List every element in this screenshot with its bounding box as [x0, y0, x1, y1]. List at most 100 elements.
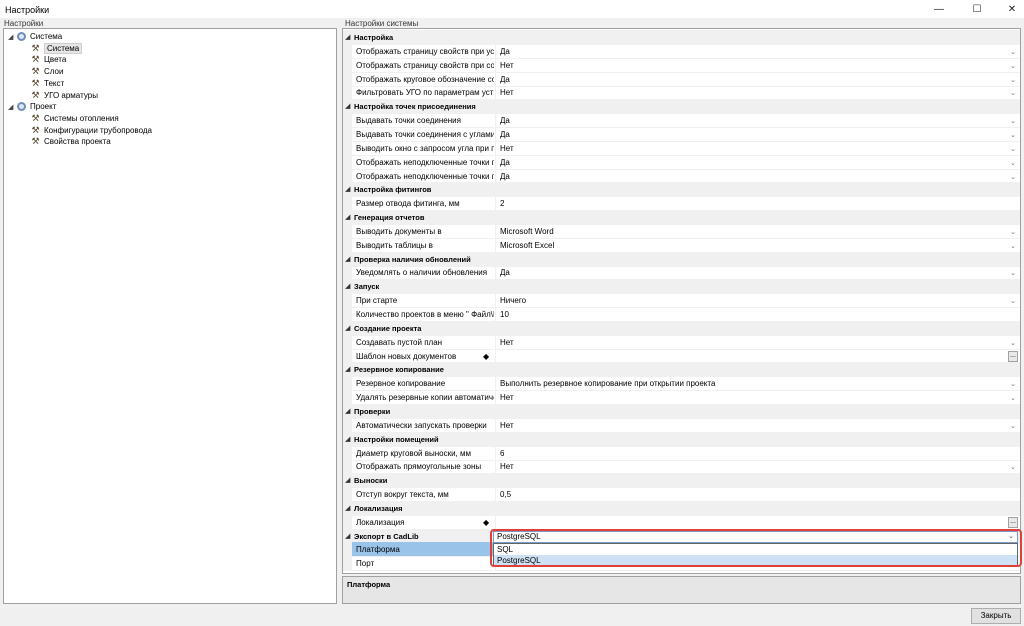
grid-row[interactable]: Выдавать точки соединения с углами (... Д… [343, 126, 1020, 142]
grid-row[interactable]: Удалять резервные копии автоматичес... Не… [343, 390, 1020, 406]
property-name[interactable]: Создавать пустой план [352, 335, 494, 350]
property-name[interactable]: Диаметр круговой выноски, мм [352, 446, 494, 461]
property-name[interactable]: Удалять резервные копии автоматичес... [352, 390, 494, 406]
property-value[interactable]: Нет ⌄ [495, 57, 1020, 73]
grid-row[interactable]: Локализация ◆... [343, 514, 1020, 530]
grid-category[interactable]: ◢ Запуск [343, 279, 1020, 295]
property-name[interactable]: Количество проектов в меню " Файл\П... [352, 307, 494, 322]
collapse-icon[interactable]: ◢ [345, 33, 350, 41]
property-value[interactable]: Microsoft Excel ⌄ [495, 237, 1020, 253]
property-name[interactable]: Отображать прямоугольные зоны [352, 459, 494, 475]
collapse-icon[interactable]: ◢ [345, 407, 350, 415]
grid-row[interactable]: Количество проектов в меню " Файл\П... 10 [343, 307, 1020, 322]
property-name[interactable]: Шаблон новых документов [352, 349, 494, 364]
collapse-icon[interactable]: ◢ [345, 532, 350, 540]
collapse-icon[interactable]: ◢ [345, 102, 350, 110]
expand-toggle-icon[interactable]: ◢ [8, 33, 16, 41]
grid-row[interactable]: Отступ вокруг текста, мм 0,5 [343, 487, 1020, 503]
collapse-icon[interactable]: ◢ [345, 185, 350, 193]
ellipsis-button[interactable]: ... [1008, 516, 1018, 528]
property-value[interactable]: Выполнить резервное копирование при откр… [495, 376, 1020, 392]
property-name[interactable]: Фильтровать УГО по параметрам устр... [352, 85, 494, 101]
maximize-button[interactable]: ☐ [959, 0, 995, 18]
tree-item[interactable]: ⚒ Системы отопления [30, 113, 118, 124]
collapse-icon[interactable]: ◢ [345, 504, 350, 512]
grid-row[interactable]: Диаметр круговой выноски, мм 6 [343, 445, 1020, 461]
property-name[interactable]: Отображать круговое обозначение соз... [352, 72, 494, 87]
property-value[interactable]: Нет ⌄ [495, 334, 1020, 350]
grid-category[interactable]: ◢ Проверки [343, 403, 1020, 419]
expand-toggle-icon[interactable]: ◢ [8, 103, 16, 111]
grid-row[interactable]: Выводить документы в Microsoft Word ⌄ [343, 223, 1020, 239]
property-name[interactable]: Отображать страницу свойств при созд... [352, 58, 494, 73]
grid-category[interactable]: ◢ Локализация [343, 500, 1020, 516]
property-value[interactable]: Да ⌄ [495, 71, 1020, 87]
property-value[interactable]: Да ⌄ [495, 168, 1020, 184]
grid-row[interactable]: Отображать круговое обозначение соз... Да… [343, 71, 1020, 87]
tree-item[interactable]: ⚒ Свойства проекта [30, 136, 110, 147]
property-name[interactable]: Отображать неподключенные точки пр... [352, 155, 494, 170]
grid-row[interactable]: Резервное копирование Выполнить резервное… [343, 376, 1020, 392]
tree-item[interactable]: ◢ Система [8, 31, 62, 42]
grid-row[interactable]: Отображать неподключенные точки пр... Да ⌄ [343, 168, 1020, 184]
collapse-icon[interactable]: ◢ [345, 255, 350, 263]
property-value[interactable]: Да ⌄ [495, 265, 1020, 281]
tree-item[interactable]: ⚒ Система [30, 42, 83, 54]
tree-item[interactable]: ◢ Проект [8, 101, 56, 112]
property-value[interactable]: Ничего ⌄ [495, 293, 1020, 309]
settings-tree[interactable]: ◢ Система ⚒ Система ⚒ Цвета ⚒ Слои ⚒ Текст ⚒ УГО ар… [3, 28, 337, 604]
property-value[interactable]: 10 [495, 307, 1020, 322]
property-name[interactable]: Локализация [352, 515, 494, 530]
property-value[interactable]: Нет ⌄ [495, 390, 1020, 406]
grid-category[interactable]: ◢ Настройка [343, 30, 1020, 45]
property-name[interactable]: Отображать неподключенные точки пр... [352, 169, 494, 184]
grid-row[interactable]: Размер отвода фитинга, мм 2 [343, 196, 1020, 212]
collapse-icon[interactable]: ◢ [345, 213, 350, 221]
property-value[interactable]: Да ⌄ [495, 43, 1020, 59]
property-value[interactable]: Microsoft Word ⌄ [495, 223, 1020, 239]
property-name[interactable]: Отображать страницу свойств при уста... [352, 44, 494, 59]
tree-item[interactable]: ⚒ Слои [30, 66, 63, 77]
property-value[interactable]: Нет ⌄ [495, 459, 1020, 475]
collapse-icon[interactable]: ◢ [345, 324, 350, 332]
minimize-button[interactable]: — [921, 0, 957, 18]
grid-row[interactable]: Автоматически запускать проверки Нет ⌄ [343, 417, 1020, 433]
grid-category[interactable]: ◢ Настройка фитингов [343, 182, 1020, 198]
property-name[interactable]: Выводить таблицы в [352, 238, 494, 253]
grid-row[interactable]: Отображать неподключенные точки пр... Да ⌄ [343, 154, 1020, 170]
property-value[interactable]: ... [495, 514, 1020, 530]
close-button[interactable]: Закрыть [971, 608, 1021, 624]
property-name[interactable]: При старте [352, 293, 494, 309]
property-grid[interactable]: ◢ Настройка Отображать страницу свойств пр… [342, 28, 1021, 574]
grid-row[interactable]: Уведомлять о наличии обновления Да ⌄ [343, 265, 1020, 281]
property-name[interactable]: Выдавать точки соединения с углами (... [352, 127, 494, 142]
property-value[interactable]: Нет ⌄ [495, 417, 1020, 433]
collapse-icon[interactable]: ◢ [345, 476, 350, 484]
tree-item[interactable]: ⚒ Текст [30, 78, 64, 89]
tree-item[interactable]: ⚒ Цвета [30, 54, 66, 65]
property-value[interactable]: Нет ⌄ [495, 140, 1020, 156]
property-value[interactable]: Нет ⌄ [495, 85, 1020, 101]
property-name[interactable]: Отступ вокруг текста, мм [352, 487, 494, 503]
tree-item[interactable]: ⚒ Конфигурации трубопровода [30, 125, 152, 136]
property-name[interactable]: Автоматически запускать проверки [352, 418, 494, 433]
property-value[interactable]: Да ⌄ [495, 113, 1020, 129]
grid-row[interactable]: Отображать страницу свойств при уста... Д… [343, 43, 1020, 59]
property-name[interactable]: Размер отвода фитинга, мм [352, 196, 494, 212]
grid-category[interactable]: ◢ Настройка точек присоединения [343, 99, 1020, 115]
tree-item[interactable]: ⚒ УГО арматуры [30, 90, 98, 101]
grid-row[interactable]: Выводить таблицы в Microsoft Excel ⌄ [343, 237, 1020, 253]
grid-row[interactable]: Выводить окно с запросом угла при по... Н… [343, 140, 1020, 156]
grid-row[interactable]: Отображать страницу свойств при созд...Н… [343, 57, 1020, 73]
property-value[interactable]: 0,5 [495, 487, 1020, 503]
property-value[interactable]: Да ⌄ [495, 126, 1020, 142]
property-name[interactable]: Выводить окно с запросом угла при по... [352, 141, 494, 156]
grid-category[interactable]: ◢ Создание проекта [343, 320, 1020, 336]
grid-row[interactable]: При старте Ничего ⌄ [343, 293, 1020, 309]
property-name[interactable]: Порт [352, 556, 494, 572]
grid-row[interactable]: Выдавать точки соединения Да ⌄ [343, 113, 1020, 129]
property-name[interactable]: Платформа [352, 542, 494, 558]
property-name[interactable]: Выдавать точки соединения [352, 113, 494, 129]
grid-row[interactable]: Фильтровать УГО по параметрам устр... Нет… [343, 85, 1020, 101]
grid-category[interactable]: ◢ Проверка наличия обновлений [343, 251, 1020, 267]
